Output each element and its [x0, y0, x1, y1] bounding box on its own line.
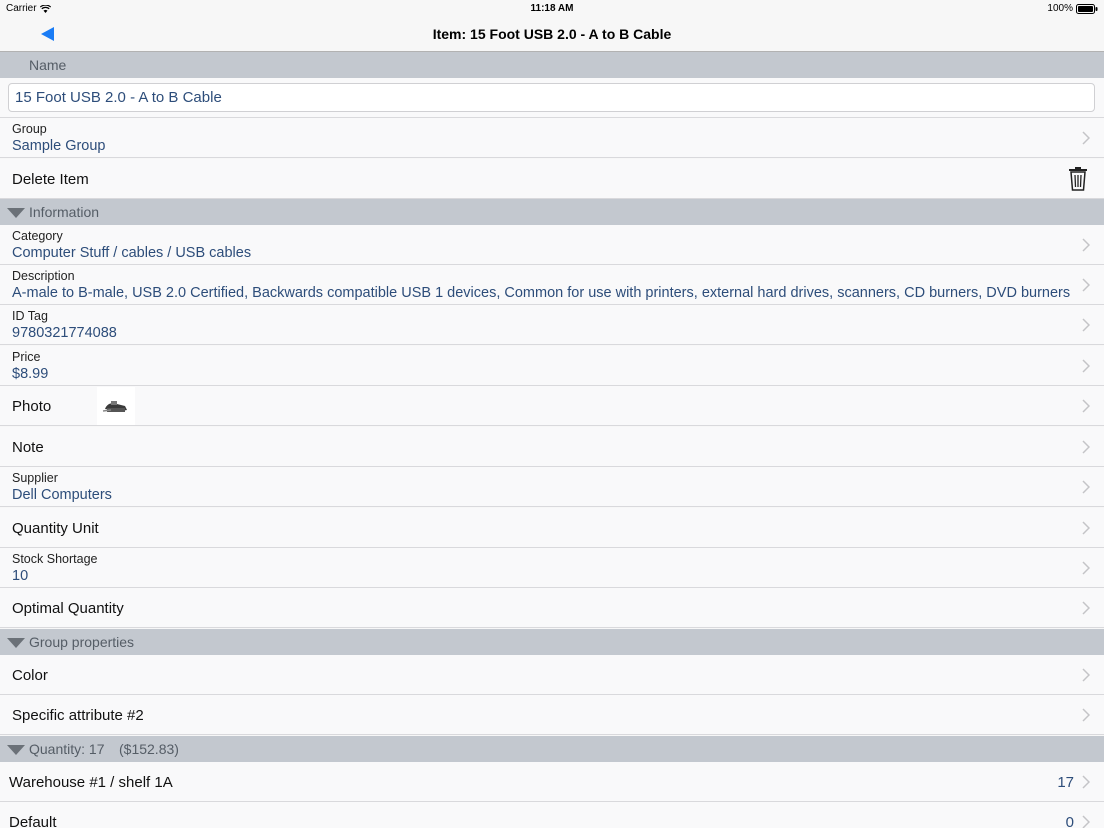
trash-icon[interactable]	[1068, 167, 1088, 191]
chevron-right-icon	[1082, 668, 1090, 682]
group-row[interactable]: Group Sample Group	[0, 118, 1104, 158]
quantity-header-label: Quantity: 17	[29, 741, 105, 757]
chevron-right-icon	[1082, 521, 1090, 535]
note-label: Note	[12, 439, 44, 456]
location-row[interactable]: Warehouse #1 / shelf 1A 17	[0, 762, 1104, 802]
section-header-name: Name	[0, 52, 1104, 78]
id-tag-label: ID Tag	[12, 309, 48, 323]
supplier-label: Supplier	[12, 471, 58, 485]
delete-item-label: Delete Item	[12, 171, 89, 188]
photo-row[interactable]: Photo	[0, 386, 1104, 426]
name-input[interactable]	[8, 83, 1095, 112]
chevron-right-icon	[1082, 708, 1090, 722]
color-row[interactable]: Color	[0, 655, 1104, 695]
quantity-total-value: ($152.83)	[119, 741, 179, 757]
chevron-right-icon	[1082, 318, 1090, 332]
category-row[interactable]: Category Computer Stuff / cables / USB c…	[0, 225, 1104, 265]
chevron-right-icon	[1082, 561, 1090, 575]
location-quantity: 17	[1057, 774, 1074, 791]
supplier-row[interactable]: Supplier Dell Computers	[0, 467, 1104, 507]
battery-icon	[1076, 3, 1098, 14]
description-label: Description	[12, 269, 75, 283]
chevron-right-icon	[1082, 238, 1090, 252]
quantity-unit-row[interactable]: Quantity Unit	[0, 508, 1104, 548]
group-label: Group	[12, 122, 47, 136]
specific-attribute-label: Specific attribute #2	[12, 707, 144, 724]
price-row[interactable]: Price $8.99	[0, 346, 1104, 386]
collapse-triangle-icon	[7, 208, 25, 218]
chevron-right-icon	[1082, 399, 1090, 413]
stock-shortage-row[interactable]: Stock Shortage 10	[0, 548, 1104, 588]
optimal-quantity-row[interactable]: Optimal Quantity	[0, 588, 1104, 628]
battery-info: 100%	[1047, 3, 1098, 14]
description-value: A-male to B-male, USB 2.0 Certified, Bac…	[12, 285, 1071, 301]
section-header-information[interactable]: Information	[0, 199, 1104, 225]
section-header-label: Group properties	[29, 634, 135, 650]
chevron-right-icon	[1082, 278, 1090, 292]
navigation-bar: Item: 15 Foot USB 2.0 - A to B Cable	[0, 18, 1104, 52]
page-title: Item: 15 Foot USB 2.0 - A to B Cable	[432, 26, 672, 42]
location-label: Default	[9, 814, 57, 828]
section-header-group-properties[interactable]: Group properties	[0, 629, 1104, 655]
group-value: Sample Group	[12, 138, 106, 154]
location-row[interactable]: Default 0	[0, 802, 1104, 828]
location-quantity: 0	[1065, 814, 1074, 828]
category-value: Computer Stuff / cables / USB cables	[12, 245, 252, 261]
battery-percent: 100%	[1047, 3, 1073, 14]
optimal-quantity-label: Optimal Quantity	[12, 600, 124, 617]
chevron-right-icon	[1082, 131, 1090, 145]
delete-item-row[interactable]: Delete Item	[0, 159, 1104, 199]
price-label: Price	[12, 350, 41, 364]
supplier-value: Dell Computers	[12, 487, 112, 503]
photo-label: Photo	[12, 398, 52, 415]
specific-attribute-row[interactable]: Specific attribute #2	[0, 695, 1104, 735]
collapse-triangle-icon	[7, 745, 25, 755]
clock: 11:18 AM	[530, 3, 574, 14]
description-row[interactable]: Description A-male to B-male, USB 2.0 Ce…	[0, 265, 1104, 305]
chevron-right-icon	[1082, 440, 1090, 454]
quantity-unit-label: Quantity Unit	[12, 520, 99, 537]
section-header-quantity[interactable]: Quantity: 17 ($152.83)	[0, 736, 1104, 762]
stock-shortage-label: Stock Shortage	[12, 552, 98, 566]
color-label: Color	[12, 667, 48, 684]
category-label: Category	[12, 229, 63, 243]
chevron-right-icon	[1082, 601, 1090, 615]
section-header-label: Information	[29, 204, 100, 220]
photo-thumbnail[interactable]	[97, 387, 135, 425]
chevron-right-icon	[1082, 480, 1090, 494]
collapse-triangle-icon	[7, 638, 25, 648]
id-tag-row[interactable]: ID Tag 9780321774088	[0, 305, 1104, 345]
status-bar: Carrier 11:18 AM 100%	[0, 0, 1104, 18]
chevron-right-icon	[1082, 775, 1090, 789]
chevron-right-icon	[1082, 815, 1090, 828]
stock-shortage-value: 10	[12, 568, 29, 584]
section-header-label: Name	[29, 57, 67, 73]
id-tag-value: 9780321774088	[12, 325, 117, 341]
price-value: $8.99	[12, 366, 49, 382]
chevron-right-icon	[1082, 359, 1090, 373]
location-label: Warehouse #1 / shelf 1A	[9, 774, 173, 791]
note-row[interactable]: Note	[0, 427, 1104, 467]
